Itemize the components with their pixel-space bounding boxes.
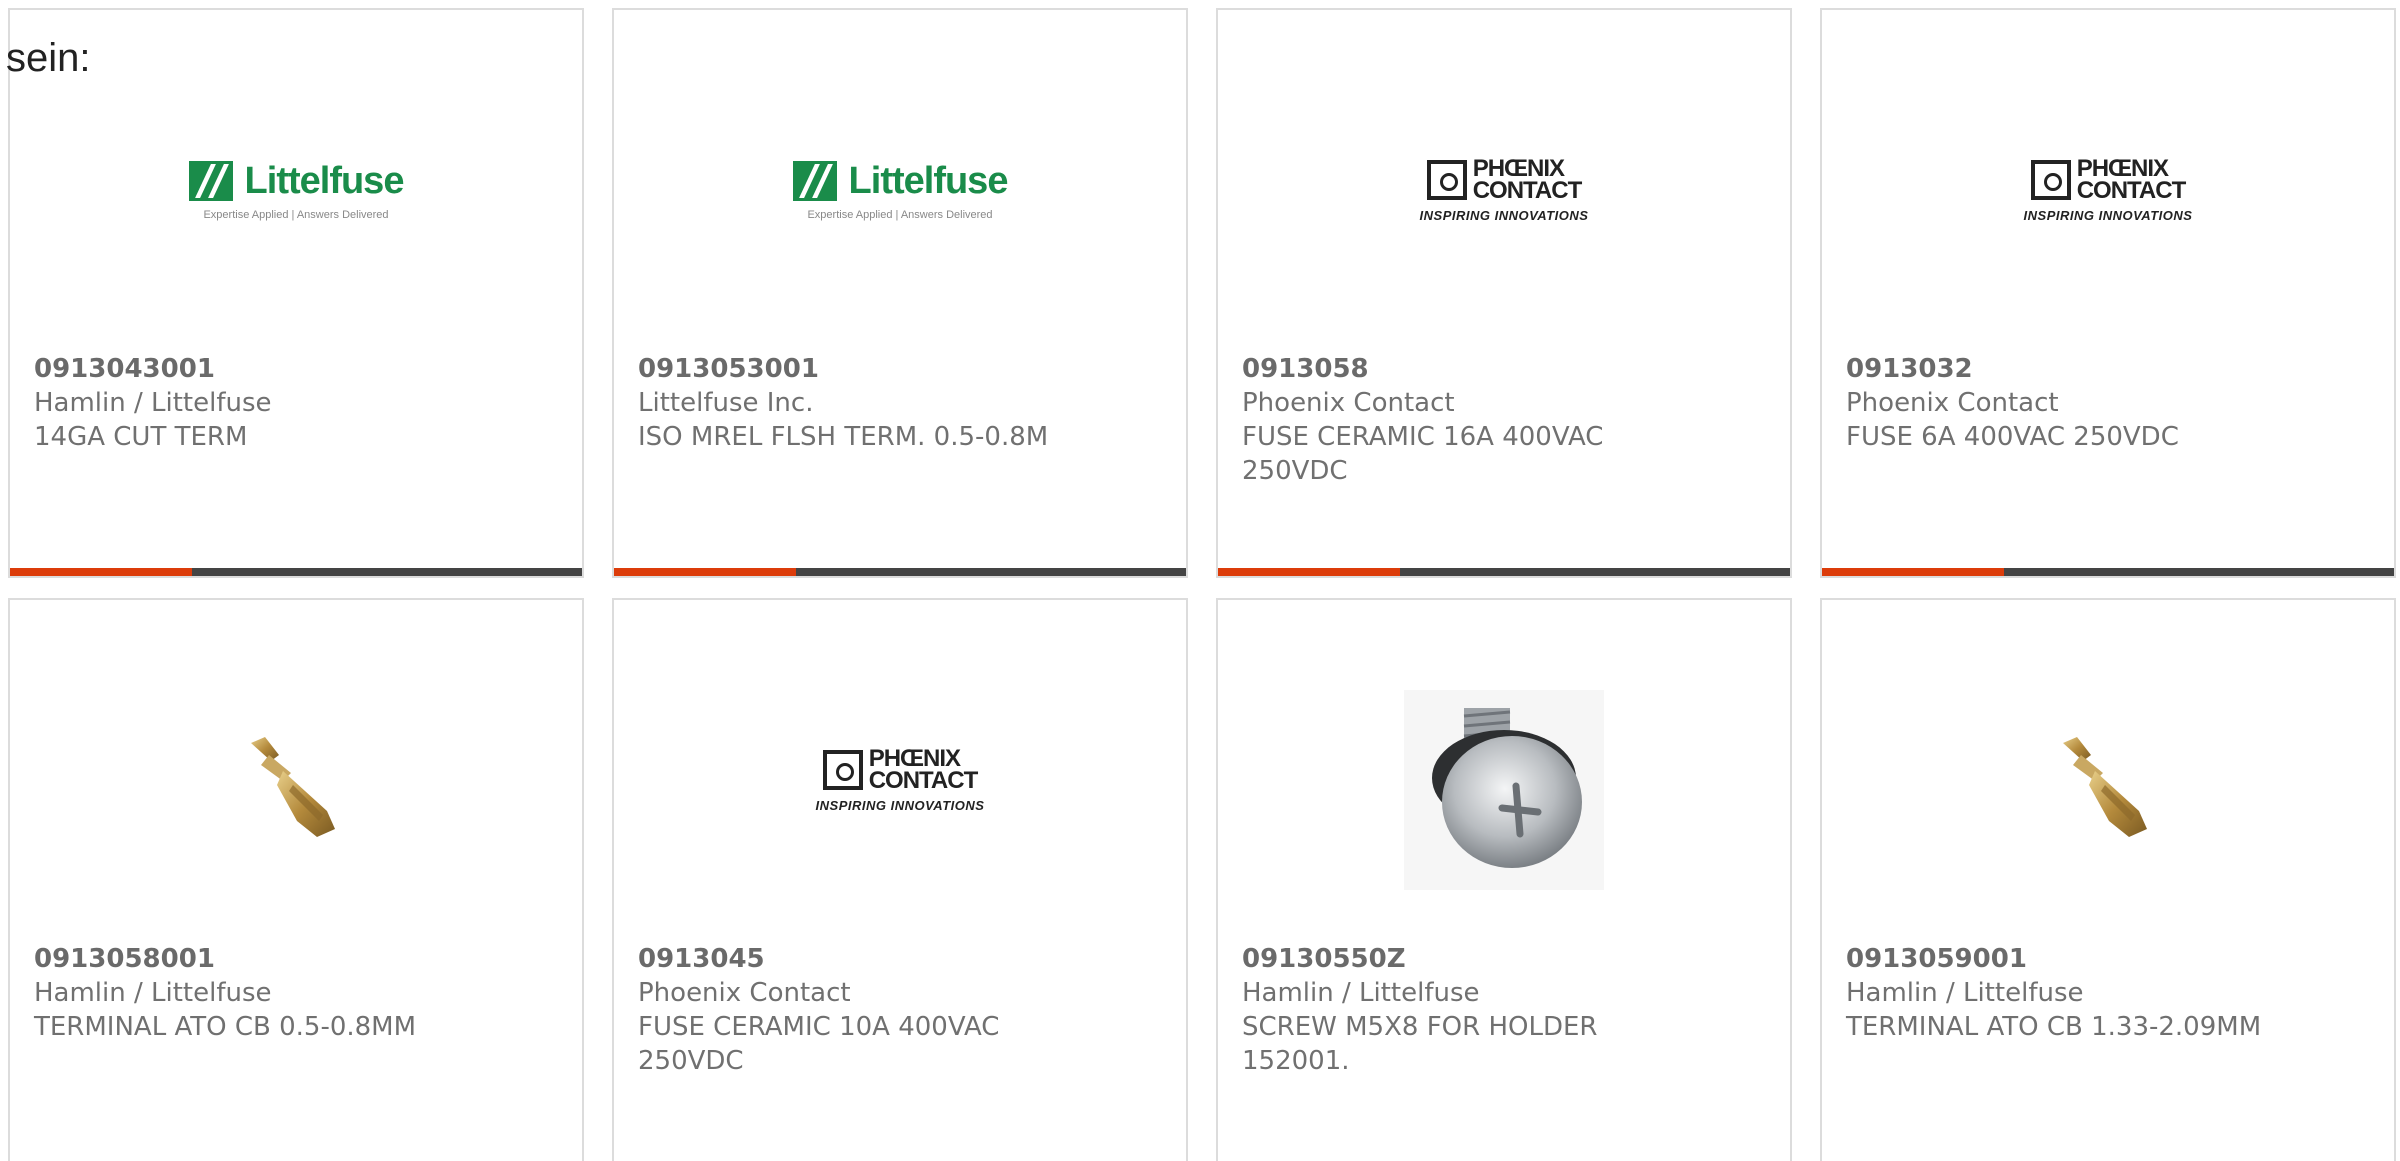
manufacturer: Phoenix Contact <box>1846 388 2059 418</box>
littelfuse-logo-tagline: Expertise Applied | Answers Delivered <box>203 208 389 221</box>
product-card[interactable]: Littelfuse Expertise Applied | Answers D… <box>612 8 1188 578</box>
phoenix-contact-logo: PHŒNIX CONTACT INSPIRING INNOVATIONS <box>815 746 985 813</box>
product-image[interactable] <box>1218 660 1790 920</box>
intro-text: sein: <box>6 36 91 80</box>
product-image[interactable]: PHŒNIX CONTACT INSPIRING INNOVATIONS <box>614 660 1186 920</box>
card-bottom-bar <box>1218 568 1790 576</box>
product-card[interactable]: PHŒNIX CONTACT INSPIRING INNOVATIONS 091… <box>1216 8 1792 578</box>
product-image[interactable] <box>1822 660 2394 920</box>
product-image[interactable]: PHŒNIX CONTACT INSPIRING INNOVATIONS <box>1822 70 2394 330</box>
card-bar-accent <box>614 568 796 576</box>
product-image[interactable] <box>10 660 582 920</box>
manufacturer: Littelfuse Inc. <box>638 388 814 418</box>
phoenix-logo-tagline: INSPIRING INNOVATIONS <box>2023 207 2193 223</box>
part-number[interactable]: 0913053001 <box>638 352 1162 386</box>
product-card[interactable]: 0913059001 Hamlin / Littelfuse TERMINAL … <box>1820 598 2396 1161</box>
part-number[interactable]: 09130550Z <box>1242 942 1766 976</box>
littelfuse-logo: Littelfuse Expertise Applied | Answers D… <box>188 159 405 221</box>
product-card[interactable]: 0913058001 Hamlin / Littelfuse TERMINAL … <box>8 598 584 1161</box>
phoenix-logo-line2: CONTACT <box>868 766 979 794</box>
part-number[interactable]: 0913045 <box>638 942 1162 976</box>
manufacturer: Hamlin / Littelfuse <box>34 388 272 418</box>
screw-photo <box>1404 690 1604 890</box>
product-description: FUSE CERAMIC 16A 400VAC 250VDC <box>1242 422 1604 486</box>
product-description: TERMINAL ATO CB 0.5-0.8MM <box>34 1012 417 1042</box>
phoenix-logo-tagline: INSPIRING INNOVATIONS <box>815 797 985 813</box>
littelfuse-logo: Littelfuse Expertise Applied | Answers D… <box>792 159 1009 221</box>
manufacturer: Hamlin / Littelfuse <box>34 978 272 1008</box>
phoenix-contact-mark-icon <box>822 749 863 790</box>
card-bottom-bar <box>614 568 1186 576</box>
phoenix-logo-tagline: INSPIRING INNOVATIONS <box>1419 207 1589 223</box>
manufacturer: Phoenix Contact <box>638 978 851 1008</box>
card-bottom-bar <box>10 568 582 576</box>
product-description: 14GA CUT TERM <box>34 422 248 452</box>
manufacturer: Phoenix Contact <box>1242 388 1455 418</box>
product-image[interactable]: PHŒNIX CONTACT INSPIRING INNOVATIONS <box>1218 70 1790 330</box>
product-image[interactable]: Littelfuse Expertise Applied | Answers D… <box>614 70 1186 330</box>
product-description: TERMINAL ATO CB 1.33-2.09MM <box>1846 1012 2262 1042</box>
phoenix-contact-mark-icon <box>1426 159 1467 200</box>
manufacturer: Hamlin / Littelfuse <box>1242 978 1480 1008</box>
product-card[interactable]: Littelfuse Expertise Applied | Answers D… <box>8 8 584 578</box>
product-description: SCREW M5X8 FOR HOLDER 152001. <box>1242 1012 1598 1076</box>
part-number[interactable]: 0913043001 <box>34 352 558 386</box>
card-bar-accent <box>10 568 192 576</box>
product-card[interactable]: PHŒNIX CONTACT INSPIRING INNOVATIONS 091… <box>612 598 1188 1161</box>
part-number[interactable]: 0913058001 <box>34 942 558 976</box>
littelfuse-logo-name: Littelfuse <box>848 159 1009 202</box>
product-description: ISO MREL FLSH TERM. 0.5-0.8M <box>638 422 1049 452</box>
product-card[interactable]: PHŒNIX CONTACT INSPIRING INNOVATIONS 091… <box>1820 8 2396 578</box>
part-number[interactable]: 0913059001 <box>1846 942 2370 976</box>
card-bottom-bar <box>1822 568 2394 576</box>
phoenix-contact-logo: PHŒNIX CONTACT INSPIRING INNOVATIONS <box>2023 156 2193 223</box>
littelfuse-logo-name: Littelfuse <box>244 159 405 202</box>
phoenix-logo-line2: CONTACT <box>1472 176 1583 204</box>
part-number[interactable]: 0913058 <box>1242 352 1766 386</box>
phoenix-logo-line2: CONTACT <box>2076 176 2187 204</box>
littelfuse-logo-tagline: Expertise Applied | Answers Delivered <box>807 208 993 221</box>
terminal-photo <box>251 737 335 837</box>
phoenix-contact-logo: PHŒNIX CONTACT INSPIRING INNOVATIONS <box>1419 156 1589 223</box>
card-bar-accent <box>1822 568 2004 576</box>
terminal-photo <box>2063 737 2147 837</box>
part-number[interactable]: 0913032 <box>1846 352 2370 386</box>
littelfuse-mark-icon <box>792 161 837 201</box>
card-bar-accent <box>1218 568 1400 576</box>
product-image[interactable]: Littelfuse Expertise Applied | Answers D… <box>10 70 582 330</box>
manufacturer: Hamlin / Littelfuse <box>1846 978 2084 1008</box>
littelfuse-mark-icon <box>188 161 233 201</box>
product-description: FUSE CERAMIC 10A 400VAC 250VDC <box>638 1012 1000 1076</box>
phoenix-contact-mark-icon <box>2030 159 2071 200</box>
product-card[interactable]: 09130550Z Hamlin / Littelfuse SCREW M5X8… <box>1216 598 1792 1161</box>
product-description: FUSE 6A 400VAC 250VDC <box>1846 422 2179 452</box>
